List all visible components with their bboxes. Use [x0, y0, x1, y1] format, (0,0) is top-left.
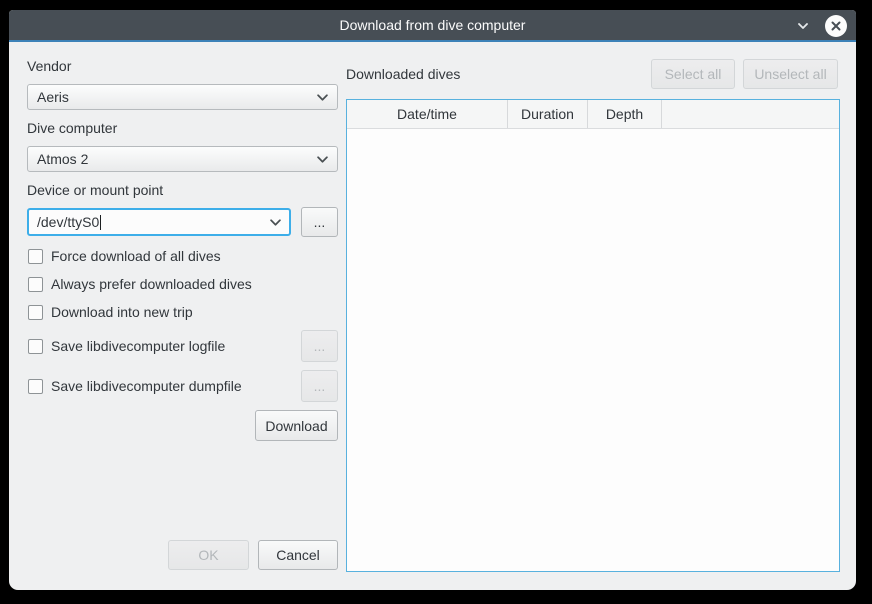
dive-computer-selected-value: Atmos 2 [37, 151, 88, 167]
column-header-empty[interactable] [662, 100, 839, 128]
column-header-depth[interactable]: Depth [588, 100, 662, 128]
download-button[interactable]: Download [255, 410, 338, 441]
vendor-selected-value: Aeris [37, 89, 69, 105]
select-all-button[interactable]: Select all [651, 59, 735, 89]
save-dumpfile-checkbox-row[interactable]: Save libdivecomputer dumpfile [28, 377, 242, 395]
device-value-wrap: /dev/ttyS0 [37, 214, 101, 230]
close-icon [831, 21, 841, 31]
window-title: Download from dive computer [340, 17, 526, 33]
screen: { "colors": { "accent": "#3daee9", "titl… [0, 0, 872, 604]
chevron-down-icon [270, 217, 281, 228]
downloaded-dives-label: Downloaded dives [346, 66, 460, 82]
checkbox-unchecked[interactable] [28, 277, 43, 292]
force-download-label: Force download of all dives [51, 248, 221, 264]
titlebar-controls [794, 10, 847, 42]
chevron-down-icon [317, 154, 328, 165]
save-logfile-label: Save libdivecomputer logfile [51, 338, 225, 354]
vendor-label: Vendor [27, 58, 71, 74]
table-body-empty [347, 129, 839, 571]
checkbox-unchecked[interactable] [28, 379, 43, 394]
vendor-select[interactable]: Aeris [27, 84, 338, 110]
downloaded-dives-table[interactable]: Date/time Duration Depth [346, 99, 840, 572]
dumpfile-browse-button[interactable]: ... [301, 370, 338, 402]
checkbox-unchecked[interactable] [28, 305, 43, 320]
save-dumpfile-label: Save libdivecomputer dumpfile [51, 378, 242, 394]
checkbox-unchecked[interactable] [28, 339, 43, 354]
shade-button[interactable] [794, 17, 812, 35]
column-header-duration[interactable]: Duration [508, 100, 588, 128]
column-header-datetime[interactable]: Date/time [347, 100, 508, 128]
download-dialog-window: Download from dive computer Vendor Aeris… [9, 10, 856, 590]
new-trip-label: Download into new trip [51, 304, 193, 320]
new-trip-checkbox-row[interactable]: Download into new trip [28, 303, 193, 321]
dive-computer-select[interactable]: Atmos 2 [27, 146, 338, 172]
device-value: /dev/ttyS0 [37, 214, 99, 230]
unselect-all-button[interactable]: Unselect all [743, 59, 838, 89]
device-input[interactable]: /dev/ttyS0 [27, 208, 291, 236]
table-header-row: Date/time Duration Depth [347, 100, 839, 129]
prefer-downloaded-checkbox-row[interactable]: Always prefer downloaded dives [28, 275, 252, 293]
titlebar[interactable]: Download from dive computer [9, 10, 856, 42]
cancel-button[interactable]: Cancel [258, 540, 338, 570]
chevron-down-icon [798, 21, 808, 31]
logfile-browse-button[interactable]: ... [301, 330, 338, 362]
checkbox-unchecked[interactable] [28, 249, 43, 264]
prefer-downloaded-label: Always prefer downloaded dives [51, 276, 252, 292]
ok-button[interactable]: OK [168, 540, 249, 570]
text-caret [100, 215, 101, 230]
device-browse-button[interactable]: ... [301, 207, 338, 237]
close-button[interactable] [825, 15, 847, 37]
chevron-down-icon [317, 92, 328, 103]
dive-computer-label: Dive computer [27, 120, 117, 136]
device-label: Device or mount point [27, 182, 163, 198]
force-download-checkbox-row[interactable]: Force download of all dives [28, 247, 221, 265]
save-logfile-checkbox-row[interactable]: Save libdivecomputer logfile [28, 337, 225, 355]
